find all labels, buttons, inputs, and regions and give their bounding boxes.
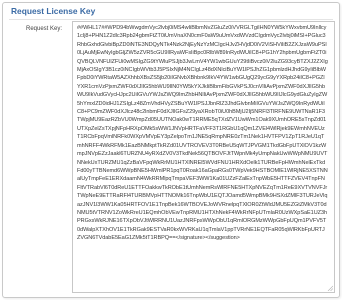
request-key-label: Request Key: xyxy=(26,26,63,32)
request-license-key-panel: Request License Key Request Key: ##WHL17… xyxy=(2,2,340,298)
panel-title: Request License Key xyxy=(11,6,96,16)
request-key-textarea[interactable]: ##WHL17##WPD94bWwgdmVyc2lvbj0iMS4wIiBlbm… xyxy=(72,21,335,293)
title-divider xyxy=(9,19,333,20)
request-key-value[interactable]: ##WHL17##WPD94bWwgdmVyc2lvbj0iMS4wIiBlbm… xyxy=(77,24,328,243)
resize-grip-icon[interactable] xyxy=(327,285,333,291)
